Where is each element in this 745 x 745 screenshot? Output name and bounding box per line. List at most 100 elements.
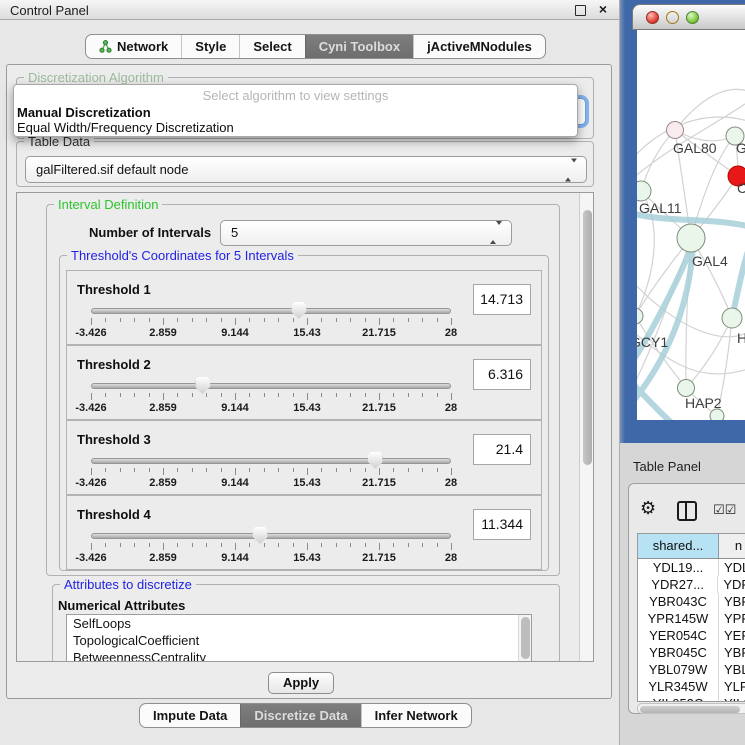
tick-mark [350, 318, 351, 322]
node-gal80[interactable] [667, 122, 684, 139]
tab-network[interactable]: Network [86, 35, 181, 58]
label-h-partial: H [737, 330, 745, 346]
attributes-scrollbar-thumb[interactable] [521, 617, 530, 659]
table-row[interactable]: YDR27...YDR2 [638, 576, 745, 593]
tab-impute-data[interactable]: Impute Data [140, 704, 240, 727]
tick-label: 9.144 [221, 477, 249, 489]
slider-ticks [91, 393, 451, 401]
tick-mark [221, 393, 222, 397]
tick-label: 28 [445, 402, 457, 414]
tick-mark [336, 468, 337, 472]
zoom-window-icon[interactable] [686, 11, 699, 24]
tick-mark [365, 318, 366, 322]
tab-style[interactable]: Style [181, 35, 239, 58]
threshold-value-field[interactable]: 21.4 [473, 434, 531, 465]
network-window-titlebar[interactable] [632, 4, 745, 30]
combo-stepper-icon [490, 221, 502, 245]
tab-jactivemnodules[interactable]: jActiveMNodules [413, 35, 545, 58]
dropdown-prompt-item[interactable]: Select algorithm to view settings [14, 88, 577, 105]
slider-thumb[interactable] [253, 527, 268, 544]
tick-mark [192, 543, 193, 547]
gear-icon[interactable]: ⚙ [640, 498, 656, 519]
tab-jactivemnodules-label: jActiveMNodules [427, 39, 532, 54]
table-row[interactable]: YPR145WYPR1 [638, 610, 745, 627]
tick-mark [379, 393, 380, 400]
tick-label: 15.43 [293, 477, 321, 489]
minimize-window-icon[interactable] [666, 11, 679, 24]
table-row[interactable]: YER054CYER0 [638, 627, 745, 644]
settings-scrollbar-thumb[interactable] [583, 210, 592, 465]
slider-thumb[interactable] [291, 302, 306, 319]
dropdown-item-manual-discretization[interactable]: Manual Discretization [14, 105, 577, 120]
slider-tick-labels: -3.4262.8599.14415.4321.71528 [91, 477, 451, 489]
threshold-slider[interactable]: -3.4262.8599.14415.4321.71528 [91, 531, 451, 569]
threshold-slider[interactable]: -3.4262.8599.14415.4321.71528 [91, 456, 451, 494]
cell-name: YIL0 [719, 695, 745, 702]
tab-select-label: Select [253, 39, 291, 54]
node-gal4[interactable] [677, 224, 705, 252]
tick-mark [393, 318, 394, 322]
cell-name: YBR0 [719, 644, 745, 661]
bottom-tab-bar: Impute Data Discretize Data Infer Networ… [139, 703, 472, 728]
slider-thumb[interactable] [368, 452, 383, 469]
tick-mark [163, 468, 164, 475]
tick-mark [206, 318, 207, 322]
column-header-name[interactable]: n [719, 534, 745, 558]
tick-mark [221, 543, 222, 547]
numerical-attribute-item[interactable]: BetweennessCentrality [67, 649, 531, 662]
threshold-value-field[interactable]: 11.344 [473, 509, 531, 540]
number-of-intervals-combobox[interactable]: 5 [220, 220, 512, 246]
label-gcy1: GCY1 [637, 334, 668, 350]
tab-infer-network[interactable]: Infer Network [361, 704, 471, 727]
table-horizontal-scrollbar[interactable] [637, 703, 745, 714]
table-row[interactable]: YIL052CYIL0 [638, 695, 745, 702]
slider-track [91, 308, 451, 314]
table-row[interactable]: YBR043CYBR0 [638, 593, 745, 610]
tick-label: 2.859 [149, 327, 177, 339]
table-row[interactable]: YBR045CYBR0 [638, 644, 745, 661]
settings-vertical-scrollbar[interactable] [579, 193, 593, 661]
dropdown-item-equal-width-frequency[interactable]: Equal Width/Frequency Discretization [14, 120, 577, 135]
tick-mark [321, 318, 322, 322]
apply-button[interactable]: Apply [268, 672, 334, 694]
threshold-value-field[interactable]: 6.316 [473, 359, 531, 390]
tick-mark [206, 393, 207, 397]
label-gal4: GAL4 [692, 253, 728, 269]
threshold-slider[interactable]: -3.4262.8599.14415.4321.71528 [91, 306, 451, 344]
tick-mark [120, 468, 121, 472]
tab-network-label: Network [117, 39, 168, 54]
tick-mark [134, 393, 135, 397]
select-columns-icon[interactable]: ☑☑ [713, 503, 736, 518]
numerical-attribute-item[interactable]: TopologicalCoefficient [67, 632, 531, 649]
slider-thumb[interactable] [195, 377, 210, 394]
column-layout-icon[interactable] [677, 501, 697, 521]
tick-mark [365, 543, 366, 547]
node-h[interactable] [722, 308, 742, 328]
tab-discretize-data[interactable]: Discretize Data [240, 704, 360, 727]
numerical-attributes-list[interactable]: SelfLoopsTopologicalCoefficientBetweenne… [66, 614, 532, 662]
table-row[interactable]: YBL079WYBL0 [638, 661, 745, 678]
table-row[interactable]: YLR345WYLR3 [638, 678, 745, 695]
threshold-value-field[interactable]: 14.713 [473, 284, 531, 315]
attributes-scrollbar[interactable] [518, 615, 531, 662]
close-icon[interactable]: × [599, 1, 607, 17]
tick-mark [422, 543, 423, 547]
table-horizontal-scrollbar-thumb[interactable] [640, 706, 740, 713]
network-canvas[interactable]: GAL80 GA C GAL11 GAL4 GCY1 H HAP2 [637, 30, 745, 420]
table-data-combobox[interactable]: galFiltered.sif default node [25, 156, 587, 183]
table-row[interactable]: YDL19...YDL1 [638, 559, 745, 576]
tab-select[interactable]: Select [239, 35, 304, 58]
tick-mark [120, 543, 121, 547]
numerical-attribute-item[interactable]: SelfLoops [67, 615, 531, 632]
tick-mark [163, 543, 164, 550]
node-hap2[interactable] [678, 380, 695, 397]
threshold-row: Threshold 4-3.4262.8599.14415.4321.71528… [66, 495, 542, 570]
node-table: shared... n YDL19...YDL1YDR27...YDR2YBR0… [637, 533, 745, 702]
column-header-shared-name[interactable]: shared... [638, 534, 719, 558]
threshold-slider[interactable]: -3.4262.8599.14415.4321.71528 [91, 381, 451, 419]
tab-cyni-toolbox[interactable]: Cyni Toolbox [305, 35, 413, 58]
close-window-icon[interactable] [646, 11, 659, 24]
node-gcy1[interactable] [637, 308, 643, 324]
float-window-icon[interactable] [575, 5, 586, 16]
tick-label: 9.144 [221, 402, 249, 414]
